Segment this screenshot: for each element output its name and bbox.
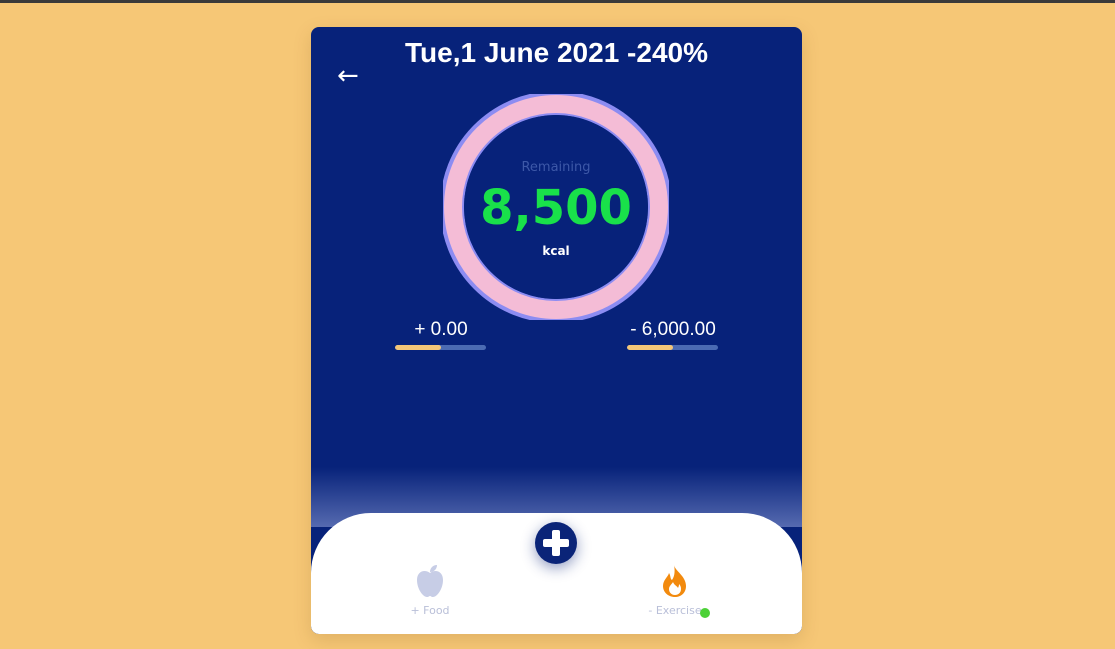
apple-icon bbox=[417, 565, 443, 597]
plus-icon bbox=[543, 530, 569, 556]
food-tab-label: + Food bbox=[410, 604, 450, 617]
exercise-tab-label: - Exercise bbox=[648, 604, 702, 617]
exercise-progress-bar bbox=[627, 345, 718, 350]
calorie-unit: kcal bbox=[542, 244, 570, 258]
remaining-calories: 8,500 bbox=[480, 180, 632, 236]
food-progress-bar bbox=[395, 345, 486, 350]
tab-exercise[interactable]: - Exercise bbox=[625, 564, 725, 617]
add-entry-button[interactable] bbox=[535, 522, 577, 564]
browser-top-border bbox=[0, 0, 1115, 3]
food-total: + 0.00 bbox=[414, 319, 468, 340]
exercise-total: - 6,000.00 bbox=[630, 319, 716, 340]
calorie-ring: Remaining 8,500 kcal bbox=[443, 94, 669, 320]
exercise-stat: - 6,000.00 bbox=[627, 319, 719, 350]
date-title: Tue,1 June 2021 -240% bbox=[405, 37, 708, 68]
food-stat: + 0.00 bbox=[395, 319, 487, 350]
back-arrow-icon[interactable]: ← bbox=[337, 61, 371, 91]
food-progress-fill bbox=[395, 345, 441, 350]
status-dot bbox=[700, 608, 710, 618]
exercise-progress-fill bbox=[627, 345, 673, 350]
remaining-label: Remaining bbox=[521, 160, 591, 175]
calorie-card: Tue,1 June 2021 -240% ← Remaining 8,500 … bbox=[311, 27, 802, 634]
flame-icon bbox=[663, 565, 686, 597]
tab-food[interactable]: + Food bbox=[380, 564, 480, 617]
